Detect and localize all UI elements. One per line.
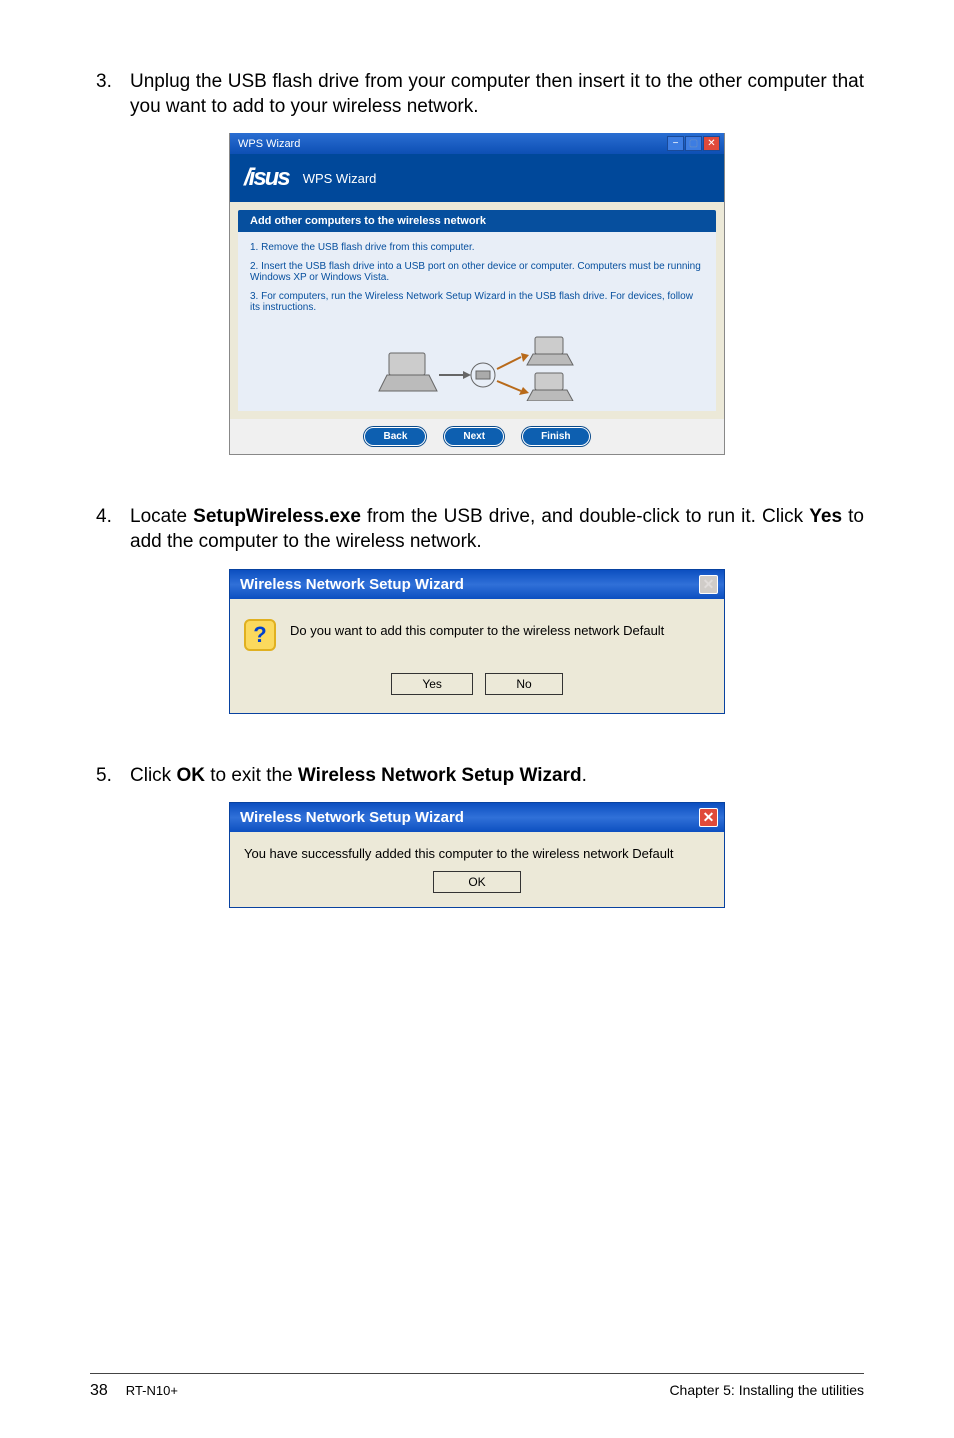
step3-text: Unplug the USB flash drive from your com… (130, 70, 864, 119)
dialog-message: Do you want to add this computer to the … (290, 619, 710, 638)
instruction-1: 1. Remove the USB flash drive from this … (250, 242, 704, 253)
next-button[interactable]: Next (444, 427, 504, 446)
close-icon[interactable]: ✕ (699, 808, 718, 827)
asus-logo: /isus (244, 164, 289, 192)
button-bar: Back Next Finish (230, 419, 724, 454)
instruction-2: 2. Insert the USB flash drive into a USB… (250, 261, 704, 283)
window-title: WPS Wizard (238, 138, 300, 150)
dialog-title: Wireless Network Setup Wizard (240, 576, 464, 593)
step4-text: Locate SetupWireless.exe from the USB dr… (130, 505, 864, 554)
panel-heading: Add other computers to the wireless netw… (238, 210, 716, 232)
yes-button[interactable]: Yes (391, 673, 473, 695)
step3-number: 3. (90, 70, 130, 119)
success-dialog: Wireless Network Setup Wizard ✕ You have… (229, 802, 725, 908)
no-button[interactable]: No (485, 673, 562, 695)
window-titlebar: WPS Wizard − ▢ ✕ (230, 133, 724, 154)
confirm-dialog: Wireless Network Setup Wizard ✕ ? Do you… (229, 569, 725, 714)
panel-body: 1. Remove the USB flash drive from this … (238, 232, 716, 411)
instruction-3: 3. For computers, run the Wireless Netwo… (250, 291, 704, 313)
usb-diagram-icon (377, 335, 577, 401)
close-icon: ✕ (699, 575, 718, 594)
question-icon: ? (244, 619, 276, 651)
wps-wizard-screenshot: WPS Wizard − ▢ ✕ /isus WPS Wizard Add ot… (229, 133, 725, 455)
model-name: RT-N10+ (126, 1383, 178, 1398)
chapter-label: Chapter 5: Installing the utilities (669, 1382, 864, 1400)
back-button[interactable]: Back (364, 427, 426, 446)
dialog-title: Wireless Network Setup Wizard (240, 809, 464, 826)
minimize-icon[interactable]: − (667, 136, 684, 151)
page-number: 38 (90, 1382, 108, 1400)
page-footer: 38 RT-N10+ Chapter 5: Installing the uti… (90, 1373, 864, 1400)
ok-button[interactable]: OK (433, 871, 520, 893)
step4-number: 4. (90, 505, 130, 554)
app-title: WPS Wizard (303, 171, 377, 186)
step5-text: Click OK to exit the Wireless Network Se… (130, 764, 864, 789)
step5-number: 5. (90, 764, 130, 789)
maximize-icon: ▢ (685, 136, 702, 151)
close-icon[interactable]: ✕ (703, 136, 720, 151)
dialog-message: You have successfully added this compute… (244, 846, 710, 861)
finish-button[interactable]: Finish (522, 427, 589, 446)
